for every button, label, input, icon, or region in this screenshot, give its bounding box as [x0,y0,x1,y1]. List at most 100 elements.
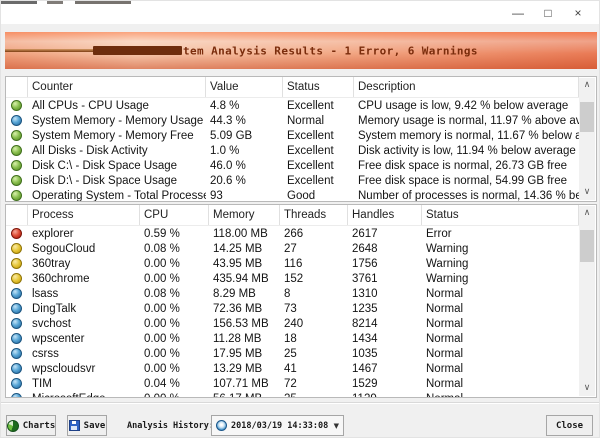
process-status: Normal [422,348,579,360]
status-dot-icon [11,100,22,111]
process-row[interactable]: svchost 0.00 % 156.53 MB 240 8214 Normal [6,316,579,331]
status-dot-icon [11,273,22,284]
status-dot-icon [11,378,22,389]
counter-row[interactable]: Operating System - Total Processes 93 Go… [6,188,579,201]
counter-row[interactable]: Disk C:\ - Disk Space Usage 46.0 % Excel… [6,158,579,173]
process-name: DingTalk [28,303,140,315]
counters-table-header: Counter Value Status Description [6,77,579,98]
analysis-results-banner: tem Analysis Results - 1 Error, 6 Warnin… [5,32,597,69]
close-button[interactable]: Close [546,415,593,436]
column-header-handles[interactable]: Handles [348,205,422,225]
scroll-down-icon[interactable]: ∨ [579,381,595,396]
process-scrollbar[interactable]: ∧ ∨ [579,206,595,396]
counter-value: 93 [206,190,283,202]
process-handles: 1235 [348,303,422,315]
counter-row[interactable]: Disk D:\ - Disk Space Usage 20.6 % Excel… [6,173,579,188]
process-cpu: 0.00 % [140,273,209,285]
process-name: wpscenter [28,333,140,345]
process-cpu: 0.00 % [140,258,209,270]
process-row[interactable]: 360chrome 0.00 % 435.94 MB 152 3761 Warn… [6,271,579,286]
process-cpu: 0.08 % [140,288,209,300]
process-cpu: 0.00 % [140,333,209,345]
counter-status: Normal [283,115,354,127]
column-header-counter[interactable]: Counter [28,77,206,97]
status-dot-cell [6,258,28,269]
process-memory: 14.25 MB [209,243,280,255]
column-header-process[interactable]: Process [28,205,140,225]
process-status: Normal [422,363,579,375]
status-dot-icon [11,363,22,374]
process-threads: 116 [280,258,348,270]
status-dot-icon [11,228,22,239]
counter-name: Disk C:\ - Disk Space Usage [28,160,206,172]
status-dot-cell [6,130,28,141]
process-threads: 73 [280,303,348,315]
process-row[interactable]: explorer 0.59 % 118.00 MB 266 2617 Error [6,226,579,241]
process-cpu: 0.00 % [140,303,209,315]
counter-value: 20.6 % [206,175,283,187]
process-row[interactable]: SogouCloud 0.08 % 14.25 MB 27 2648 Warni… [6,241,579,256]
process-threads: 18 [280,333,348,345]
column-header-value[interactable]: Value [206,77,283,97]
column-header-status[interactable]: Status [283,77,354,97]
counter-row[interactable]: All Disks - Disk Activity 1.0 % Excellen… [6,143,579,158]
status-dot-cell [6,318,28,329]
close-button-label: Close [556,421,583,431]
process-threads: 41 [280,363,348,375]
process-memory: 13.29 MB [209,363,280,375]
process-memory: 8.29 MB [209,288,280,300]
close-window-button[interactable]: × [563,1,593,24]
status-dot-cell [6,348,28,359]
counter-name: All Disks - Disk Activity [28,145,206,157]
save-button[interactable]: Save [67,415,107,436]
scrollbar-thumb[interactable] [580,102,594,132]
counter-name: System Memory - Memory Usage [28,115,206,127]
analysis-history-dropdown[interactable]: 2018/03/19 14:33:08 ▼ [211,415,344,436]
clock-icon [216,420,227,431]
process-threads: 266 [280,228,348,240]
counter-row[interactable]: System Memory - Memory Free 5.09 GB Exce… [6,128,579,143]
column-header-memory[interactable]: Memory [209,205,280,225]
process-name: csrss [28,348,140,360]
process-name: SogouCloud [28,243,140,255]
process-handles: 1035 [348,348,422,360]
process-threads: 240 [280,318,348,330]
window-controls: — □ × [503,1,593,24]
process-cpu: 0.00 % [140,318,209,330]
process-handles: 1467 [348,363,422,375]
process-row[interactable]: MicrosoftEdge 0.00 % 56.17 MB 25 1129 No… [6,391,579,397]
column-header-threads[interactable]: Threads [280,205,348,225]
process-row[interactable]: 360tray 0.00 % 43.95 MB 116 1756 Warning [6,256,579,271]
process-memory: 17.95 MB [209,348,280,360]
process-status: Normal [422,318,579,330]
maximize-button[interactable]: □ [533,1,563,24]
counter-row[interactable]: All CPUs - CPU Usage 4.8 % Excellent CPU… [6,98,579,113]
status-dot-icon [11,288,22,299]
column-header-description[interactable]: Description [354,77,579,97]
process-row[interactable]: csrss 0.00 % 17.95 MB 25 1035 Normal [6,346,579,361]
floppy-disk-icon [69,420,80,431]
column-header-cpu[interactable]: CPU [140,205,209,225]
status-dot-icon [11,303,22,314]
scroll-down-icon[interactable]: ∨ [579,185,595,200]
process-name: TIM [28,378,140,390]
scroll-up-icon[interactable]: ∧ [579,78,595,93]
scroll-up-icon[interactable]: ∧ [579,206,595,221]
counter-row[interactable]: System Memory - Memory Usage 44.3 % Norm… [6,113,579,128]
redaction-bar-thick [93,46,182,55]
process-row[interactable]: wpscenter 0.00 % 11.28 MB 18 1434 Normal [6,331,579,346]
process-row[interactable]: TIM 0.04 % 107.71 MB 72 1529 Normal [6,376,579,391]
process-row[interactable]: DingTalk 0.00 % 72.36 MB 73 1235 Normal [6,301,579,316]
process-row[interactable]: wpscloudsvr 0.00 % 13.29 MB 41 1467 Norm… [6,361,579,376]
scrollbar-thumb[interactable] [580,230,594,262]
counters-scrollbar[interactable]: ∧ ∨ [579,78,595,200]
status-dot-cell [6,190,28,201]
status-dot-cell [6,145,28,156]
minimize-button[interactable]: — [503,1,533,24]
process-memory: 11.28 MB [209,333,280,345]
process-status: Normal [422,288,579,300]
column-header-status[interactable]: Status [422,205,579,225]
charts-button[interactable]: Charts [6,415,56,436]
process-handles: 8214 [348,318,422,330]
process-row[interactable]: lsass 0.08 % 8.29 MB 8 1310 Normal [6,286,579,301]
